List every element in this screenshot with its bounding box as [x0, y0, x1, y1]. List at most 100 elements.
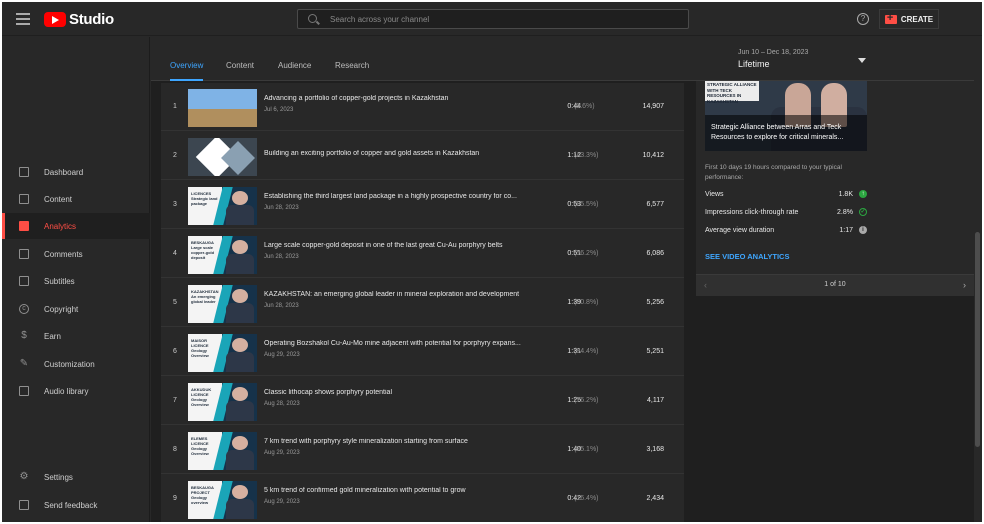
chevron-right-icon[interactable]: › — [963, 280, 966, 290]
sidebar-item-copyright[interactable]: c Copyright — [2, 296, 150, 322]
tab-overview[interactable]: Overview — [170, 61, 204, 81]
video-thumbnail[interactable]: BESKAUGA PROJECT Geology overview — [188, 481, 257, 519]
sidebar-item-dashboard[interactable]: Dashboard — [2, 159, 150, 185]
video-date: Aug 29, 2023 — [264, 450, 300, 456]
see-video-analytics-link[interactable]: SEE VIDEO ANALYTICS — [705, 252, 789, 261]
sidebar-item-customization[interactable]: ✎ Customization — [2, 351, 150, 377]
video-thumbnail[interactable]: LICENCES Strategic land package — [188, 187, 257, 225]
video-date: Aug 29, 2023 — [264, 352, 300, 358]
video-thumbnail[interactable]: MAISOR LICENCE Geology Overview — [188, 334, 257, 372]
menu-icon[interactable] — [16, 13, 30, 25]
top-videos-table: 1 Advancing a portfolio of copper-gold p… — [161, 83, 684, 522]
video-title[interactable]: Operating Bozshakol Cu-Au-Mo mine adjace… — [264, 340, 539, 347]
sidebar-item-settings[interactable]: ⚙ Settings — [2, 464, 150, 490]
metric-label: Impressions click-through rate — [705, 209, 799, 216]
table-row[interactable]: 6 MAISOR LICENCE Geology Overview Operat… — [161, 328, 684, 376]
search-box[interactable] — [297, 9, 689, 29]
scrollbar[interactable] — [974, 37, 982, 522]
table-row[interactable]: 1 Advancing a portfolio of copper-gold p… — [161, 83, 684, 131]
video-title[interactable]: Building an exciting portfolio of copper… — [264, 150, 539, 157]
thumbnail-text: AKKUDUK LICENCE Geology Overview — [191, 387, 212, 407]
video-title[interactable]: KAZAKHSTAN: an emerging global leader in… — [264, 291, 539, 298]
video-rank: 1 — [173, 103, 177, 110]
video-date: Aug 29, 2023 — [264, 499, 300, 505]
tab-research[interactable]: Research — [335, 61, 369, 81]
thumbnail-text: MAISOR LICENCE Geology Overview — [191, 338, 209, 358]
sidebar-item-content[interactable]: Content — [2, 186, 150, 212]
video-thumbnail[interactable]: BESKAUGA Large scale copper-gold deposit — [188, 236, 257, 274]
customization-icon: ✎ — [19, 358, 29, 369]
video-thumbnail[interactable] — [188, 138, 257, 176]
metric-label: Views — [705, 191, 724, 198]
sidebar-item-label: Analytics — [44, 221, 77, 231]
sidebar-item-analytics[interactable]: Analytics — [2, 213, 150, 239]
info-icon: i — [859, 226, 867, 234]
sidebar-item-comments[interactable]: Comments — [2, 241, 150, 267]
average-percentage-viewed: (9.6%) — [574, 103, 595, 110]
tab-content[interactable]: Content — [226, 61, 254, 81]
sidebar-item-label: Copyright — [44, 304, 79, 314]
thumbnail-text: BESKAUGA PROJECT Geology overview — [191, 485, 214, 505]
table-row[interactable]: 8 ELEMES LICENCE Geology Overview 7 km t… — [161, 426, 684, 474]
sidebar-item-label: Customization — [44, 359, 95, 369]
table-row[interactable]: 3 LICENCES Strategic land package Establ… — [161, 181, 684, 229]
settings-icon: ⚙ — [19, 471, 29, 482]
video-views: 3,168 — [646, 446, 664, 453]
chevron-down-icon — [858, 58, 866, 63]
metric-value: 2.8% — [837, 209, 853, 216]
video-title[interactable]: Large scale copper-gold deposit in one o… — [264, 242, 539, 249]
analytics-icon — [19, 221, 29, 231]
sidebar-item-label: Settings — [44, 472, 73, 482]
video-views: 4,117 — [647, 397, 664, 404]
help-icon[interactable]: ? — [857, 13, 869, 25]
subtitles-icon — [19, 276, 29, 286]
thumbnail-header-text: STRATEGIC ALLIANCE WITH TECK RESOURCES I… — [705, 81, 759, 104]
sidebar-item-send-feedback[interactable]: Send feedback — [2, 492, 150, 518]
video-rank: 2 — [173, 152, 177, 159]
video-title[interactable]: 5 km trend of confirmed gold mineralizat… — [264, 487, 539, 494]
sidebar-item-earn[interactable]: $ Earn — [2, 323, 150, 349]
video-title[interactable]: Classic lithocap shows porphyry potentia… — [264, 389, 539, 396]
sidebar-item-label: Audio library — [44, 386, 89, 396]
search-icon — [308, 14, 317, 23]
sidebar-item-label: Send feedback — [44, 500, 98, 510]
video-date: Jun 28, 2023 — [264, 303, 299, 309]
arrow-up-icon: ↑ — [859, 190, 867, 198]
video-thumbnail[interactable]: AKKUDUK LICENCE Geology Overview — [188, 383, 257, 421]
sidebar-item-audio-library[interactable]: Audio library — [2, 378, 150, 404]
video-views: 5,251 — [646, 348, 664, 355]
thumbnail-text: ELEMES LICENCE Geology Overview — [191, 436, 209, 456]
scrollbar-thumb[interactable] — [975, 232, 980, 447]
date-range-text: Jun 10 – Dec 18, 2023 — [738, 49, 809, 56]
table-row[interactable]: 9 BESKAUGA PROJECT Geology overview 5 km… — [161, 475, 684, 522]
table-row[interactable]: 5 KAZAKHSTAN An emerging global leader K… — [161, 279, 684, 327]
table-row[interactable]: 2 Building an exciting portfolio of copp… — [161, 132, 684, 180]
earn-icon: $ — [21, 330, 27, 341]
video-title[interactable]: Advancing a portfolio of copper-gold pro… — [264, 95, 539, 102]
video-title[interactable]: 7 km trend with porphyry style mineraliz… — [264, 438, 539, 445]
video-thumbnail[interactable]: ELEMES LICENCE Geology Overview — [188, 432, 257, 470]
date-range-value: Lifetime — [738, 59, 770, 69]
create-button[interactable]: CREATE — [879, 9, 939, 29]
metric-value: 1.8K — [838, 191, 853, 198]
create-video-icon — [884, 12, 897, 24]
tab-audience[interactable]: Audience — [278, 61, 311, 81]
sidebar-item-subtitles[interactable]: Subtitles — [2, 268, 150, 294]
studio-logo[interactable]: Studio — [44, 11, 114, 28]
video-views: 10,412 — [642, 152, 664, 159]
studio-window: Studio ? CREATE Dashboard Content Analyt… — [2, 2, 982, 522]
sidebar-item-label: Content — [44, 194, 73, 204]
video-date: Aug 28, 2023 — [264, 401, 300, 407]
average-percentage-viewed: (56.2%) — [574, 250, 599, 257]
metric-ctr: Impressions click-through rate 2.8% ✓ — [705, 207, 867, 221]
video-thumbnail[interactable]: KAZAKHSTAN An emerging global leader — [188, 285, 257, 323]
latest-video-thumbnail[interactable]: STRATEGIC ALLIANCE WITH TECK RESOURCES I… — [705, 81, 867, 151]
video-title[interactable]: Establishing the third largest land pack… — [264, 193, 539, 200]
table-row[interactable]: 7 AKKUDUK LICENCE Geology Overview Class… — [161, 377, 684, 425]
content-icon — [19, 194, 29, 204]
video-thumbnail[interactable] — [188, 89, 257, 127]
video-date: Jun 28, 2023 — [264, 254, 299, 260]
table-row[interactable]: 4 BESKAUGA Large scale copper-gold depos… — [161, 230, 684, 278]
search-input[interactable] — [330, 12, 670, 26]
sidebar-item-label: Dashboard — [44, 167, 84, 177]
